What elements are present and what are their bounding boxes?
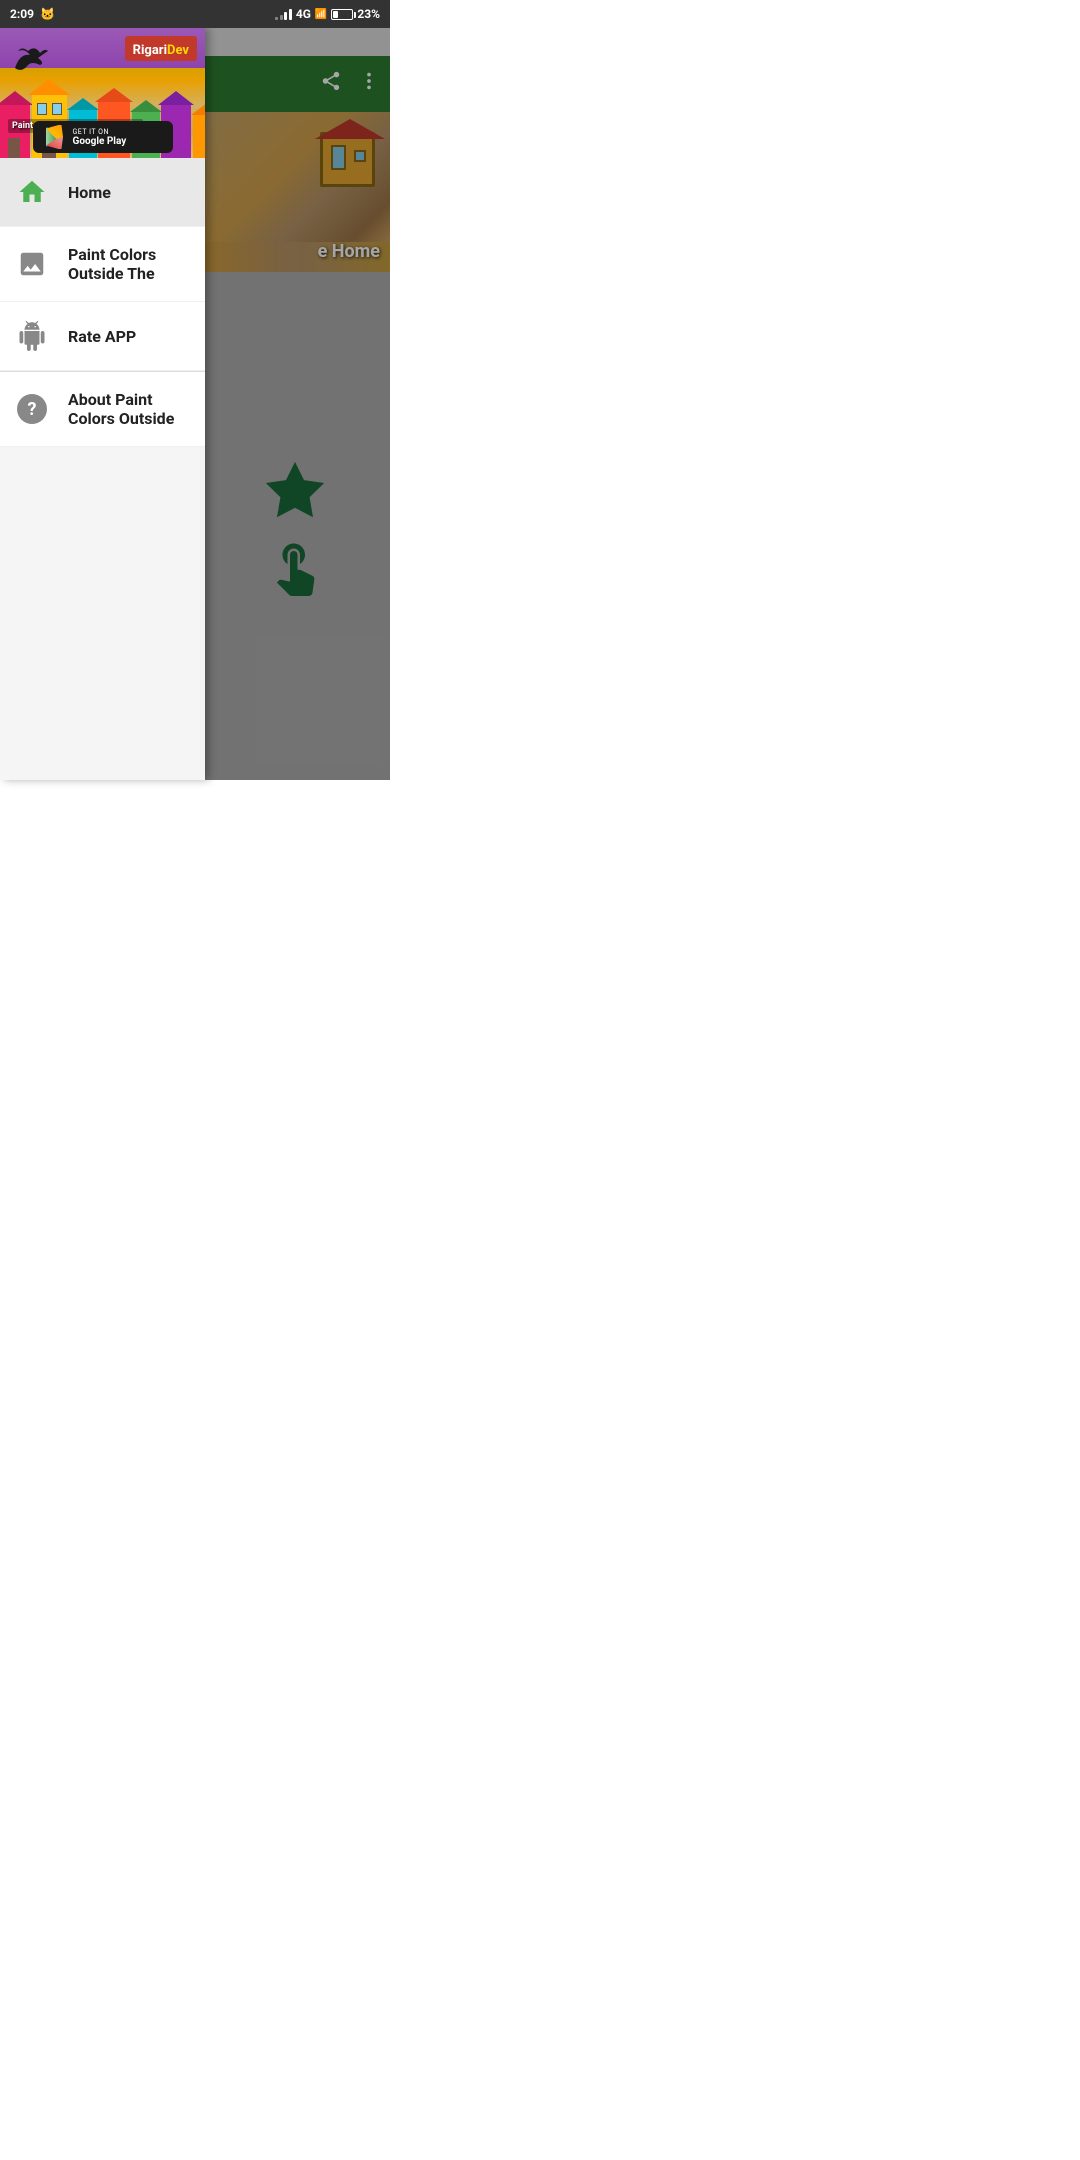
- wifi-signal-icon: 📶: [315, 9, 327, 20]
- question-mark-icon: ?: [17, 394, 47, 424]
- android-icon: [16, 320, 48, 352]
- play-store-icon: [43, 125, 67, 149]
- network-label: 4G: [296, 7, 311, 21]
- menu-item-rate-app[interactable]: Rate APP: [0, 302, 205, 371]
- status-right: 4G 📶 23%: [275, 7, 380, 21]
- google-play-label: Google Play: [73, 136, 127, 147]
- app-logo: [10, 43, 50, 85]
- drawer-menu: Home Paint Colors Outside The Rate: [0, 158, 205, 780]
- brand-text: RigariDev: [133, 43, 189, 58]
- battery-label: 23%: [357, 7, 380, 21]
- wifi-icon: 🐱: [40, 7, 55, 21]
- nav-drawer: Paint Colors Outside The Home RigariDev: [0, 28, 205, 780]
- about-label: About Paint Colors Outside: [68, 390, 189, 428]
- brand-badge: RigariDev: [125, 36, 197, 61]
- menu-item-home[interactable]: Home: [0, 158, 205, 227]
- rate-app-label: Rate APP: [68, 327, 136, 346]
- home-label: Home: [68, 183, 111, 202]
- drawer-scrim[interactable]: [205, 28, 390, 780]
- time-display: 2:09: [10, 7, 34, 21]
- battery-icon: [331, 9, 353, 20]
- get-it-on-label: GET IT ON: [73, 128, 127, 136]
- status-bar: 2:09 🐱 4G 📶 23%: [0, 0, 390, 28]
- google-play-badge[interactable]: GET IT ON Google Play: [33, 121, 173, 153]
- play-text-area: GET IT ON Google Play: [73, 128, 127, 147]
- menu-item-about[interactable]: ? About Paint Colors Outside: [0, 372, 205, 447]
- signal-icon: [275, 8, 292, 20]
- home-icon: [16, 176, 48, 208]
- status-left: 2:09 🐱: [10, 7, 55, 21]
- gallery-icon: [16, 248, 48, 280]
- menu-item-paint-colors[interactable]: Paint Colors Outside The: [0, 227, 205, 302]
- drawer-header: Paint Colors Outside The Home RigariDev: [0, 28, 205, 158]
- about-icon: ?: [16, 393, 48, 425]
- paint-colors-label: Paint Colors Outside The: [68, 245, 189, 283]
- drawer-overlay: Paint Colors Outside The Home RigariDev: [0, 28, 390, 780]
